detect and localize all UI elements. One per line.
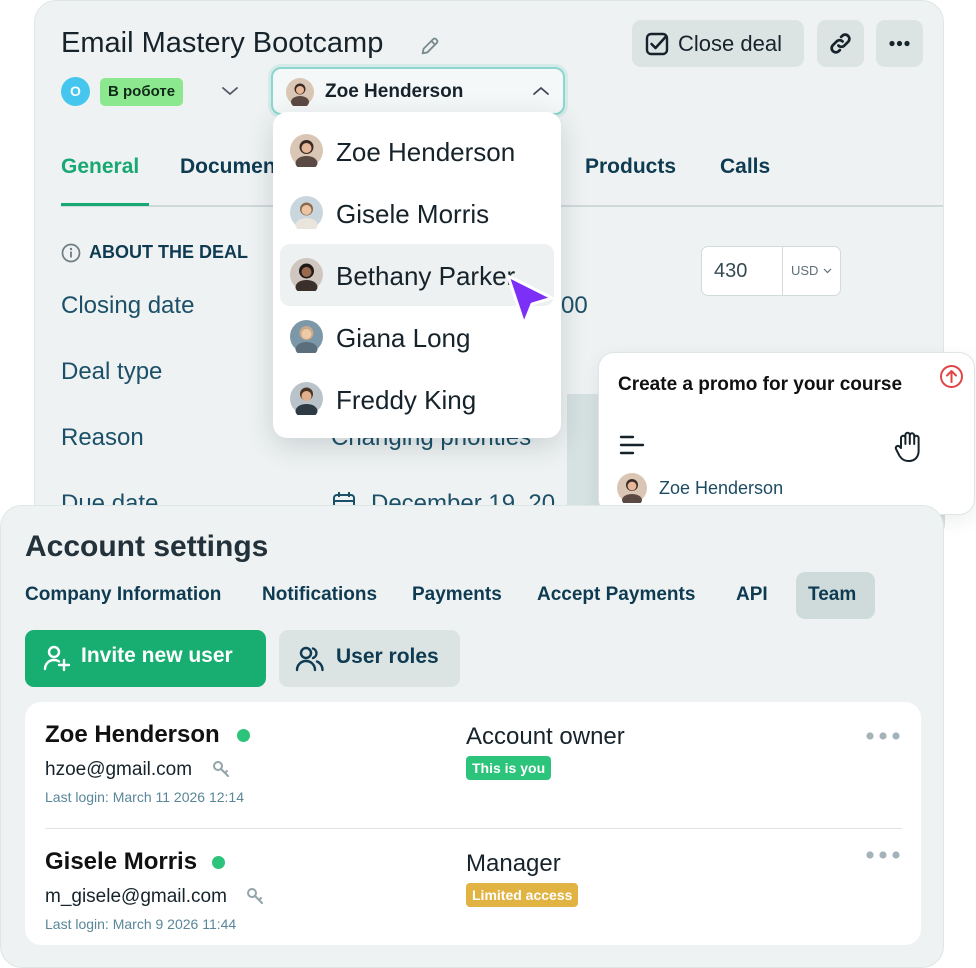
status-badge[interactable]: В роботе <box>100 78 184 106</box>
invite-user-button[interactable]: Invite new user <box>25 630 266 687</box>
tab-general[interactable]: General <box>61 155 139 179</box>
task-assignee: Zoe Henderson <box>659 478 784 498</box>
key-icon[interactable] <box>212 760 230 778</box>
task-card[interactable]: Create a promo for your course Zoe Hende… <box>598 352 975 515</box>
description-icon <box>619 433 645 457</box>
chevron-up-icon <box>532 85 550 97</box>
pencil-icon[interactable] <box>419 35 441 57</box>
stage-indicator: O <box>61 77 90 106</box>
user-roles-button[interactable]: User roles <box>279 630 460 687</box>
list-item[interactable]: Gisele Morris m_gisele@gmail.com Last lo… <box>25 829 921 949</box>
option-label: Giana Long <box>336 323 471 353</box>
field-label-reason: Reason <box>61 424 144 451</box>
check-square-icon <box>644 31 670 57</box>
role-badge: Limited access <box>466 883 579 907</box>
dropdown-option[interactable]: Freddy King <box>280 368 554 430</box>
currency-select[interactable]: USD <box>791 263 818 278</box>
option-label: Bethany Parker <box>336 261 516 291</box>
user-name: Zoe Henderson <box>45 721 220 748</box>
copy-link-button[interactable] <box>817 20 864 67</box>
role-badge: This is you <box>466 756 552 780</box>
deal-title: Email Mastery Bootcamp <box>61 27 384 59</box>
task-title: Create a promo for your course <box>618 374 903 395</box>
amount-value: 430 <box>714 260 748 282</box>
user-email: hzoe@gmail.com <box>45 759 193 780</box>
last-login: Last login: March 9 2026 11:44 <box>45 916 237 932</box>
field-label-closing-date: Closing date <box>61 292 195 319</box>
option-label: Zoe Henderson <box>336 137 516 167</box>
more-horizontal-icon[interactable] <box>865 849 901 861</box>
dropdown-option[interactable]: Zoe Henderson <box>280 120 554 182</box>
active-tab-indicator <box>61 203 149 206</box>
tab-api[interactable]: API <box>736 584 768 606</box>
tab-company-information[interactable]: Company Information <box>25 584 221 606</box>
avatar <box>617 473 647 503</box>
tab-calls[interactable]: Calls <box>720 155 770 179</box>
avatar <box>286 78 314 106</box>
key-icon[interactable] <box>246 887 264 905</box>
tab-products[interactable]: Products <box>585 155 676 179</box>
amount-input[interactable]: 430 USD <box>701 246 841 296</box>
option-label: Gisele Morris <box>336 199 490 229</box>
grab-hand-icon <box>892 427 930 465</box>
avatar <box>290 382 323 415</box>
priority-up-icon[interactable] <box>939 364 964 389</box>
field-label-deal-type: Deal type <box>61 358 163 385</box>
cursor-arrow-icon <box>502 272 558 330</box>
section-title: ABOUT THE DEAL <box>89 242 248 262</box>
account-settings-panel: Account settings Company Information Not… <box>0 505 944 968</box>
user-role: Account owner <box>466 723 625 750</box>
add-user-icon <box>43 644 71 672</box>
invite-user-label: Invite new user <box>81 644 233 667</box>
amount-divider <box>782 247 783 295</box>
tab-payments[interactable]: Payments <box>412 584 502 606</box>
owner-select[interactable]: Zoe Henderson <box>271 67 565 115</box>
more-horizontal-icon[interactable] <box>865 730 901 742</box>
page-title: Account settings <box>25 530 269 563</box>
dropdown-option[interactable]: Gisele Morris <box>280 182 554 244</box>
user-role: Manager <box>466 850 561 877</box>
tab-accept-payments[interactable]: Accept Payments <box>537 584 695 606</box>
info-icon <box>61 243 81 263</box>
more-actions-button[interactable] <box>876 20 923 67</box>
chevron-down-icon <box>823 268 832 274</box>
option-label: Freddy King <box>336 385 477 415</box>
field-value-closing-date[interactable]: 00 <box>561 292 588 320</box>
close-deal-button[interactable]: Close deal <box>632 20 804 67</box>
close-deal-label: Close deal <box>678 31 782 56</box>
user-roles-label: User roles <box>336 645 439 668</box>
user-name: Gisele Morris <box>45 848 198 875</box>
avatar <box>290 258 323 291</box>
users-icon <box>295 644 325 674</box>
tab-team[interactable]: Team <box>796 572 875 619</box>
tab-notifications[interactable]: Notifications <box>262 584 377 606</box>
last-login: Last login: March 11 2026 12:14 <box>45 789 244 805</box>
online-status-dot <box>237 729 250 742</box>
user-email: m_gisele@gmail.com <box>45 886 227 907</box>
avatar <box>290 134 323 167</box>
tab-team-label: Team <box>808 584 857 605</box>
user-list: Zoe Henderson hzoe@gmail.com Last login:… <box>25 702 921 945</box>
online-status-dot <box>212 856 225 869</box>
avatar <box>290 196 323 229</box>
chevron-down-icon[interactable] <box>221 85 239 97</box>
avatar <box>290 320 323 353</box>
owner-name: Zoe Henderson <box>325 81 464 102</box>
list-item[interactable]: Zoe Henderson hzoe@gmail.com Last login:… <box>25 702 921 822</box>
